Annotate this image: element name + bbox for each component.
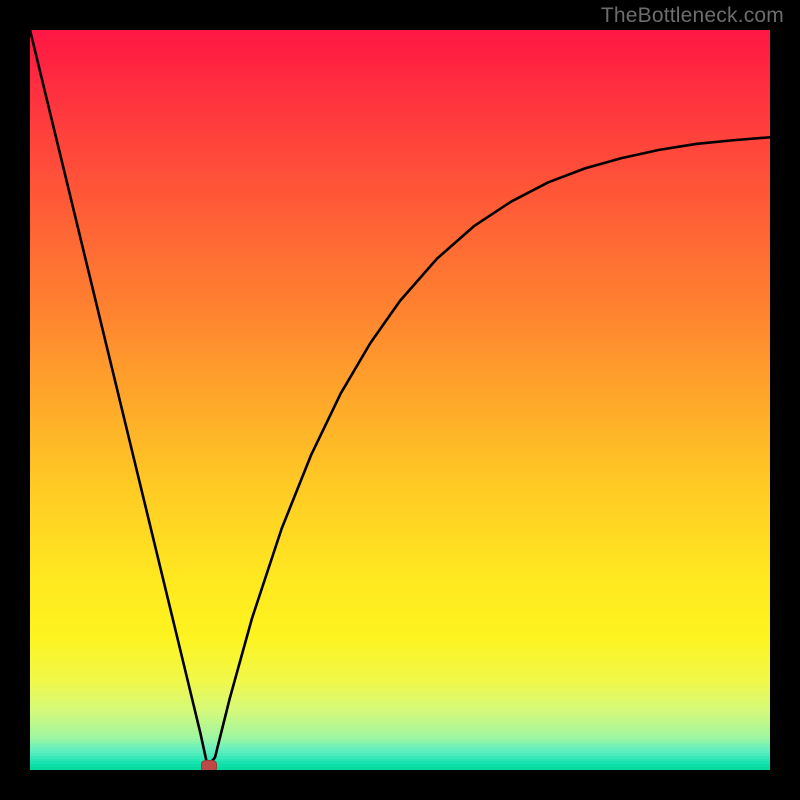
bottleneck-curve (30, 30, 770, 770)
chart-frame: TheBottleneck.com (0, 0, 800, 800)
watermark-text: TheBottleneck.com (601, 4, 784, 28)
optimal-point-marker (201, 760, 217, 770)
plot-area (30, 30, 770, 770)
